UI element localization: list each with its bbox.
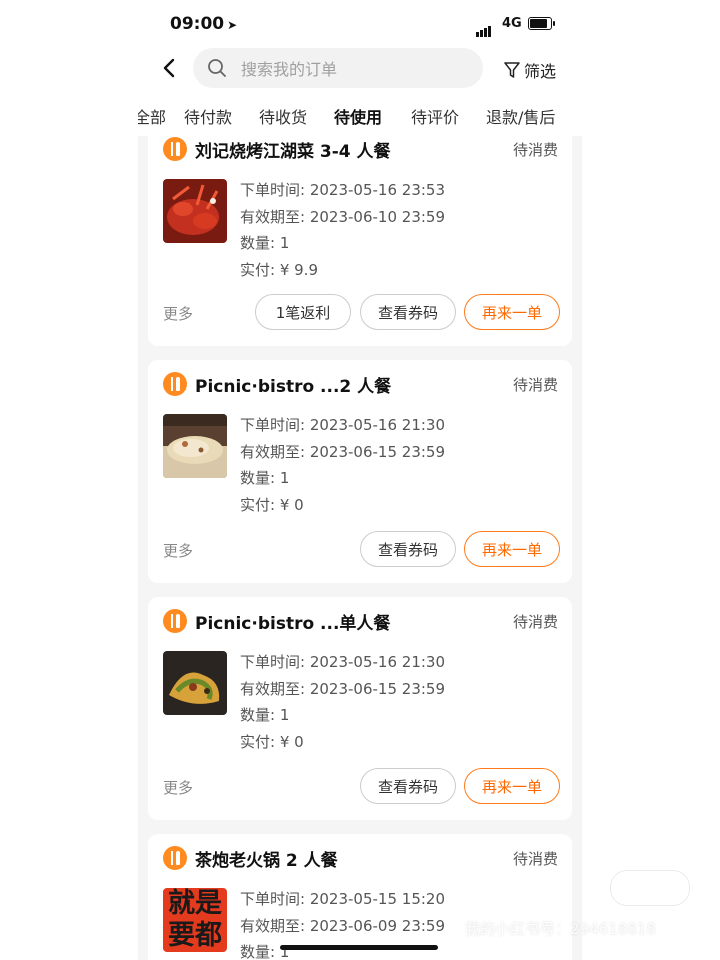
order-status: 待消费 [512, 141, 558, 159]
order-details: 下单时间: 2023-05-16 21:30 有效期至: 2023-06-15 … [240, 649, 445, 755]
reorder-button[interactable]: 再来一单 [464, 531, 560, 567]
clock: 09:00 ➤ [170, 14, 238, 34]
order-time: 下单时间: 2023-05-15 15:20 [240, 890, 445, 908]
status-bar: 09:00 ➤ 4G [138, 0, 582, 46]
poster-text: 就是要都 [168, 888, 222, 951]
quantity: 数量: 1 [240, 706, 290, 724]
shop-name: Picnic·bistro ...单人餐 [195, 614, 391, 634]
hotpot-poster: 就是要都 [163, 888, 227, 952]
paid-amount: 实付: ¥ 0 [240, 732, 304, 751]
more-link[interactable]: 更多 [163, 540, 193, 561]
search-icon [208, 59, 226, 77]
quantity: 数量: 1 [240, 234, 290, 252]
network-type: 4G [502, 16, 522, 31]
tab-pending-use[interactable]: 待使用 [334, 104, 383, 132]
order-time: 下单时间: 2023-05-16 21:30 [240, 416, 445, 434]
crayfish-photo [163, 179, 227, 243]
valid-until: 有效期至: 2023-06-10 23:59 [240, 207, 445, 226]
view-voucher-button[interactable]: 查看券码 [360, 768, 456, 804]
shop-name: Picnic·bistro ...2 人餐 [195, 377, 392, 397]
view-voucher-button[interactable]: 查看券码 [360, 294, 456, 330]
more-link[interactable]: 更多 [163, 777, 193, 798]
order-status: 待消费 [512, 376, 558, 394]
paid-amount: 实付: ¥ 9.9 [240, 260, 318, 279]
battery-icon [528, 17, 552, 30]
order-status: 待消费 [512, 850, 558, 868]
reorder-button[interactable]: 再来一单 [464, 294, 560, 330]
phone-screen: 09:00➤ 4G 筛选 全部 待付款 待收货 待使用 待评价 退款/售后 刘记… [138, 0, 582, 960]
watermark: 我的小红书号：294618818 [465, 920, 656, 938]
header: 筛选 [138, 46, 582, 94]
order-card[interactable]: 茶炮老火锅 2 人餐 待消费 就是要都 下单时间: 2023-05-15 15:… [148, 834, 572, 960]
filter-label: 筛选 [524, 62, 557, 81]
valid-until: 有效期至: 2023-06-15 23:59 [240, 679, 445, 698]
food-icon [163, 609, 187, 633]
order-status: 待消费 [512, 613, 558, 631]
order-card[interactable]: 刘记烧烤江湖菜 3-4 人餐 待消费 下单时间: 2023-05-16 23:5… [148, 125, 572, 346]
order-details: 下单时间: 2023-05-16 23:53 有效期至: 2023-06-10 … [240, 177, 445, 283]
back-icon[interactable] [156, 54, 184, 82]
valid-until: 有效期至: 2023-06-09 23:59 [240, 916, 445, 935]
valid-until: 有效期至: 2023-06-15 23:59 [240, 442, 445, 461]
signal-icon [476, 18, 492, 37]
search-input[interactable] [239, 56, 473, 82]
reorder-button[interactable]: 再来一单 [464, 768, 560, 804]
food-icon [163, 372, 187, 396]
view-voucher-button[interactable]: 查看券码 [360, 531, 456, 567]
pizza-photo [163, 414, 227, 478]
filter-button[interactable]: 筛选 [503, 58, 556, 82]
search-bar[interactable] [193, 48, 483, 88]
paid-amount: 实付: ¥ 0 [240, 495, 304, 514]
filter-icon [504, 62, 520, 78]
order-details: 下单时间: 2023-05-16 21:30 有效期至: 2023-06-15 … [240, 412, 445, 518]
food-icon [163, 137, 187, 161]
order-card[interactable]: Picnic·bistro ...2 人餐 待消费 下单时间: 2023-05-… [148, 360, 572, 583]
home-indicator[interactable] [280, 945, 438, 950]
food-icon [163, 846, 187, 870]
shop-name: 茶炮老火锅 2 人餐 [195, 851, 338, 871]
quantity: 数量: 1 [240, 469, 290, 487]
order-card[interactable]: Picnic·bistro ...单人餐 待消费 下单时间: 2023-05-1… [148, 597, 572, 820]
order-time: 下单时间: 2023-05-16 21:30 [240, 653, 445, 671]
tacos-photo [163, 651, 227, 715]
more-link[interactable]: 更多 [163, 303, 193, 324]
xiaohongshu-logo [610, 870, 690, 906]
rebate-button[interactable]: 1笔返利 [255, 294, 351, 330]
shop-name: 刘记烧烤江湖菜 3-4 人餐 [195, 142, 391, 162]
location-arrow-icon: ➤ [227, 18, 238, 32]
order-time: 下单时间: 2023-05-16 23:53 [240, 181, 445, 199]
